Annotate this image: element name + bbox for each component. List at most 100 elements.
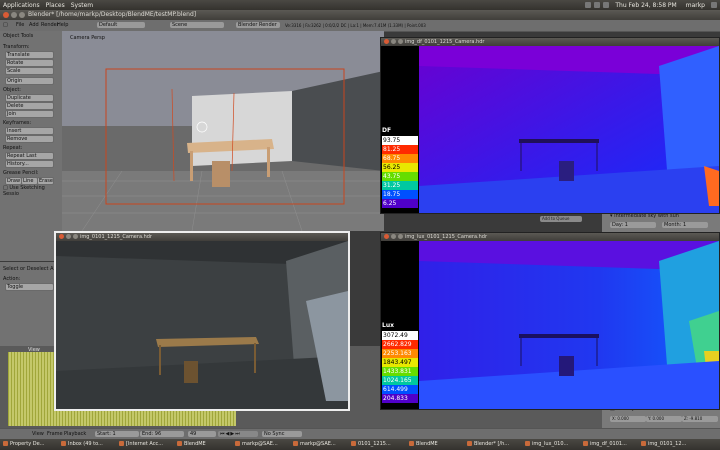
month-field[interactable]: Month: 1 — [662, 222, 708, 228]
lux-legend-value: 2662.829 — [382, 340, 418, 349]
object-tools-header[interactable]: Object Tools — [3, 33, 33, 39]
taskbar-item[interactable]: markp@SAE... — [292, 440, 348, 448]
applications-menu[interactable]: Applications — [0, 2, 43, 9]
clock[interactable]: Thu Feb 24, 8:58 PM — [612, 2, 679, 9]
duplicate-button[interactable]: Duplicate — [5, 94, 54, 102]
layout-select[interactable]: Default — [97, 22, 145, 28]
lux-image-window[interactable]: img_lux_0101_1215_Camera.hdr Lux 3072.49… — [380, 232, 720, 410]
current-frame-field[interactable]: 49 — [188, 431, 216, 437]
user-menu[interactable]: markp — [683, 2, 708, 9]
join-button[interactable]: Join — [5, 110, 54, 118]
object-label: Object: — [3, 87, 21, 93]
power-icon[interactable] — [711, 2, 717, 8]
action-label: Action: — [3, 276, 21, 282]
df-image-window[interactable]: img_df_0101_1215_Camera.hdr DF 93.75 81.2… — [380, 37, 720, 214]
lux-legend-value: 1433.831 — [382, 367, 418, 376]
network-icon[interactable] — [585, 2, 592, 8]
taskbar-item[interactable]: img_df_0101... — [582, 440, 638, 448]
volume-icon[interactable] — [603, 2, 610, 8]
start-frame-field[interactable]: Start: 1 — [95, 431, 139, 437]
tool-shelf: Object Tools Transform: Translate Rotate… — [0, 31, 63, 261]
df-falsecolor-image — [419, 46, 719, 213]
3d-viewport[interactable]: Camera Persp — [62, 31, 384, 231]
places-menu[interactable]: Places — [43, 2, 68, 9]
lux-legend-value: 2253.163 — [382, 349, 418, 358]
translate-button[interactable]: Translate — [5, 51, 54, 59]
timeline-menu-playback[interactable]: Playback — [62, 431, 88, 437]
origin-button[interactable]: Origin — [5, 77, 54, 85]
select-deselect-header[interactable]: Select or Deselect All — [3, 266, 56, 272]
day-field[interactable]: Day: 1 — [610, 222, 656, 228]
gravity-z-field[interactable]: Z: -9.810 — [682, 416, 718, 422]
close-icon[interactable] — [384, 234, 389, 239]
render-window-title: img_0101_1215_Camera.hdr — [80, 234, 152, 240]
system-menu[interactable]: System — [68, 2, 96, 9]
add-to-queue-button[interactable]: Add to Queue — [540, 216, 582, 222]
maximize-icon[interactable] — [398, 39, 403, 44]
minimize-icon[interactable] — [391, 39, 396, 44]
mail-icon[interactable] — [594, 2, 601, 8]
df-legend: DF 93.75 81.25 68.75 56.25 43.75 31.25 18.75 6.… — [381, 126, 419, 213]
close-icon[interactable] — [3, 12, 9, 18]
close-icon[interactable] — [384, 39, 389, 44]
window-title: Blender* [/home/markp/Desktop/BlendME/te… — [28, 11, 197, 18]
render-image — [56, 241, 348, 409]
scene-stats: Ve:3316 | Fa:3262 | 0:0/2/2 DC | La:1 | … — [285, 23, 426, 28]
keyframes-label: Keyframes: — [3, 120, 32, 126]
draw-button[interactable]: Draw — [5, 177, 22, 185]
minimize-icon[interactable] — [11, 12, 17, 18]
sketching-checkbox[interactable]: □ Use Sketching Sessio — [3, 185, 62, 197]
render-image-window[interactable]: img_0101_1215_Camera.hdr — [54, 231, 350, 411]
playback-controls[interactable]: ⏮◀▶⏭ — [218, 431, 258, 437]
gravity-y-field[interactable]: Y: 0.000 — [646, 416, 682, 422]
df-legend-value: 18.75 — [382, 190, 418, 199]
remove-keyframe-button[interactable]: Remove — [5, 135, 54, 143]
minimize-icon[interactable] — [66, 234, 71, 239]
history-button[interactable]: History... — [5, 160, 54, 168]
repeat-label: Repeat: — [3, 145, 23, 151]
sync-select[interactable]: No Sync — [262, 431, 302, 437]
end-frame-field[interactable]: End: 96 — [140, 431, 184, 437]
gravity-x-field[interactable]: X: 0.000 — [610, 416, 646, 422]
scale-button[interactable]: Scale — [5, 67, 54, 75]
taskbar-item[interactable]: Blender* [/h... — [466, 440, 522, 448]
timeline-menu-view[interactable]: View — [30, 431, 46, 437]
menu-file[interactable]: File — [16, 22, 24, 28]
editor-type-icon[interactable]: □ — [3, 22, 8, 28]
minimize-icon[interactable] — [391, 234, 396, 239]
df-window-titlebar: img_df_0101_1215_Camera.hdr — [381, 38, 719, 46]
view-menu-small[interactable]: View — [28, 347, 40, 353]
taskbar-item[interactable]: BlendME — [176, 440, 232, 448]
menu-add[interactable]: Add — [29, 22, 39, 28]
lux-legend-value: 204.833 — [382, 394, 418, 403]
maximize-icon[interactable] — [398, 234, 403, 239]
df-legend-value: 81.25 — [382, 145, 418, 154]
action-select[interactable]: Toggle — [5, 283, 54, 291]
taskbar-item[interactable]: markp@SAE... — [234, 440, 290, 448]
maximize-icon[interactable] — [73, 234, 78, 239]
taskbar-item[interactable]: [Internet Acc... — [118, 440, 174, 448]
gnome-top-panel: Applications Places System Thu Feb 24, 8… — [0, 0, 720, 10]
render-engine-select[interactable]: Blender Render — [236, 22, 280, 28]
taskbar-item[interactable]: BlendME — [408, 440, 464, 448]
erase-button[interactable]: Erase — [37, 177, 54, 185]
grease-pencil-label: Grease Pencil: — [3, 170, 39, 176]
df-legend-value: 43.75 — [382, 172, 418, 181]
taskbar: Property De... Inbox (49 to... [Internet A… — [0, 439, 720, 450]
close-icon[interactable] — [59, 234, 64, 239]
taskbar-item[interactable]: img_lux_010... — [524, 440, 580, 448]
scene-select[interactable]: Scene — [170, 22, 224, 28]
maximize-icon[interactable] — [19, 12, 25, 18]
taskbar-item[interactable]: 0101_1215... — [350, 440, 406, 448]
lux-legend-value: 1843.497 — [382, 358, 418, 367]
taskbar-item[interactable]: Property De... — [2, 440, 58, 448]
delete-button[interactable]: Delete — [5, 102, 54, 110]
rotate-button[interactable]: Rotate — [5, 59, 54, 67]
insert-keyframe-button[interactable]: Insert — [5, 127, 54, 135]
taskbar-item[interactable]: Inbox (49 to... — [60, 440, 116, 448]
line-button[interactable]: Line — [21, 177, 38, 185]
taskbar-item[interactable]: img_0101_12... — [640, 440, 696, 448]
df-legend-value: 6.25 — [382, 199, 418, 208]
menu-help[interactable]: Help — [57, 22, 68, 28]
repeat-last-button[interactable]: Repeat Last — [5, 152, 54, 160]
